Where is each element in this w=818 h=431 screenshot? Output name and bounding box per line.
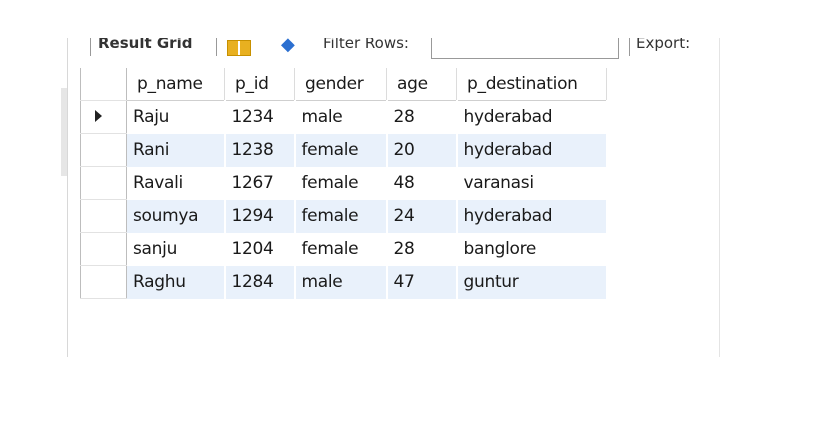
cell-p_id[interactable]: 1294 xyxy=(224,199,296,233)
column-header-p_destination[interactable]: p_destination xyxy=(456,68,607,101)
cell-p_destination[interactable]: hyderabad xyxy=(456,133,608,167)
cell-p_name[interactable]: soumya xyxy=(126,199,226,233)
cell-gender[interactable]: male xyxy=(294,100,388,134)
cell-age[interactable]: 28 xyxy=(386,232,458,266)
column-header-p_name[interactable]: p_name xyxy=(126,68,225,101)
cell-gender[interactable]: female xyxy=(294,133,388,167)
column-header-age[interactable]: age xyxy=(386,68,457,101)
refresh-icon[interactable]: ◆ xyxy=(281,38,295,55)
result-grid-tab[interactable]: Result Grid xyxy=(98,38,192,52)
cell-p_id[interactable]: 1238 xyxy=(224,133,296,167)
cell-p_name[interactable]: Raju xyxy=(126,100,226,134)
cell-gender[interactable]: female xyxy=(294,199,388,233)
current-row-arrow-icon xyxy=(95,110,102,122)
row-header[interactable] xyxy=(80,166,127,200)
cell-age[interactable]: 20 xyxy=(386,133,458,167)
cell-p_name[interactable]: Ravali xyxy=(126,166,226,200)
grid-view-icon[interactable] xyxy=(227,40,251,56)
table-row[interactable]: soumya 1294 female 24 hyderabad xyxy=(80,199,608,233)
cell-p_name[interactable]: Raghu xyxy=(126,265,226,299)
filter-rows-label: Filter Rows: xyxy=(323,38,409,52)
cell-p_destination[interactable]: hyderabad xyxy=(456,199,608,233)
cell-p_destination[interactable]: banglore xyxy=(456,232,608,266)
result-toolbar: Result Grid ◆ Filter Rows: Export: xyxy=(68,38,719,60)
cell-p_name[interactable]: sanju xyxy=(126,232,226,266)
separator xyxy=(629,38,630,56)
table-row[interactable]: Ravali 1267 female 48 varanasi xyxy=(80,166,608,200)
table-row[interactable]: sanju 1204 female 28 banglore xyxy=(80,232,608,266)
row-header[interactable] xyxy=(80,133,127,167)
cell-p_destination[interactable]: varanasi xyxy=(456,166,608,200)
filter-rows-input[interactable] xyxy=(431,38,619,59)
cell-p_destination[interactable]: guntur xyxy=(456,265,608,299)
separator xyxy=(90,38,91,56)
cell-age[interactable]: 47 xyxy=(386,265,458,299)
result-grid-table: p_name p_id gender age p_destination Raj… xyxy=(80,68,608,299)
cell-p_destination[interactable]: hyderabad xyxy=(456,100,608,134)
column-header-p_id[interactable]: p_id xyxy=(224,68,295,101)
cell-gender[interactable]: female xyxy=(294,232,388,266)
cell-gender[interactable]: male xyxy=(294,265,388,299)
row-header[interactable] xyxy=(80,100,127,134)
cell-gender[interactable]: female xyxy=(294,166,388,200)
export-label[interactable]: Export: xyxy=(636,38,690,52)
header-row: p_name p_id gender age p_destination xyxy=(80,68,607,101)
cell-age[interactable]: 48 xyxy=(386,166,458,200)
result-panel: Result Grid ◆ Filter Rows: Export: p_nam… xyxy=(67,38,720,357)
separator xyxy=(216,38,217,56)
cell-age[interactable]: 24 xyxy=(386,199,458,233)
cell-p_id[interactable]: 1284 xyxy=(224,265,296,299)
row-header[interactable] xyxy=(80,232,127,266)
column-header-gender[interactable]: gender xyxy=(294,68,387,101)
corner-cell xyxy=(80,68,127,101)
row-header[interactable] xyxy=(80,265,127,299)
cell-p_name[interactable]: Rani xyxy=(126,133,226,167)
cell-p_id[interactable]: 1267 xyxy=(224,166,296,200)
cell-p_id[interactable]: 1234 xyxy=(224,100,296,134)
cell-p_id[interactable]: 1204 xyxy=(224,232,296,266)
cell-age[interactable]: 28 xyxy=(386,100,458,134)
table-row[interactable]: Raju 1234 male 28 hyderabad xyxy=(80,100,608,134)
table-row[interactable]: Raghu 1284 male 47 guntur xyxy=(80,265,608,299)
row-header[interactable] xyxy=(80,199,127,233)
table-row[interactable]: Rani 1238 female 20 hyderabad xyxy=(80,133,608,167)
